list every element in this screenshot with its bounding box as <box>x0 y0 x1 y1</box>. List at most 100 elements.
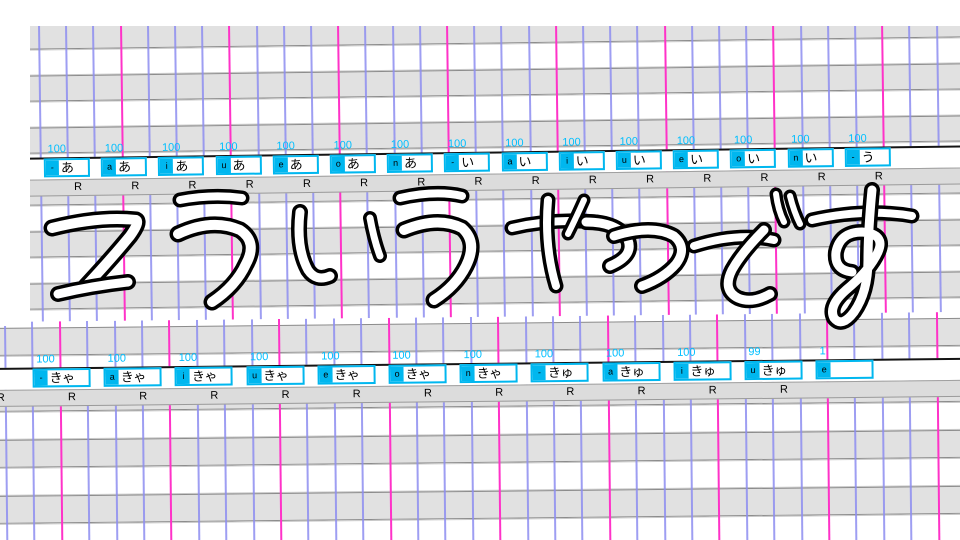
note-lyric-text[interactable]: きゃ <box>475 366 516 381</box>
note-value-label[interactable]: 100 <box>562 136 581 148</box>
phoneme-marker[interactable]: R <box>564 385 576 400</box>
note-value-label[interactable]: 100 <box>463 349 481 361</box>
note-lyric-box[interactable]: u きゃ <box>246 365 305 386</box>
phoneme-marker[interactable]: R <box>587 173 599 188</box>
note-lyric-text[interactable]: きゅ <box>617 364 658 379</box>
phoneme-marker[interactable]: R <box>493 386 505 401</box>
phoneme-marker[interactable]: R <box>280 388 292 403</box>
upper-piano-roll-panel[interactable]: R R R R R R R R R R R R R R R 100- あ 100 a あ 100 i あ 100 u あ 100 e あ… <box>0 11 960 334</box>
phoneme-marker[interactable]: R <box>635 384 647 399</box>
note-lyric-text[interactable]: い <box>516 154 545 169</box>
note-prefix-handle[interactable]: e <box>817 362 831 378</box>
note-value-label[interactable]: 100 <box>36 353 54 365</box>
note-lyric-text[interactable]: きゃ <box>261 368 302 383</box>
note-prefix-handle[interactable]: n <box>388 155 403 171</box>
note-lyric-box[interactable]: oあ <box>329 154 376 174</box>
phoneme-marker[interactable]: R <box>472 175 484 190</box>
note-lyric-text[interactable]: あ <box>173 159 202 174</box>
note-value-label[interactable]: 100 <box>250 351 268 363</box>
note-lyric-text[interactable]: きゃ <box>190 369 231 384</box>
note-prefix-handle[interactable]: e <box>674 152 689 168</box>
phoneme-marker[interactable]: R <box>701 172 713 187</box>
note-prefix-handle[interactable]: a <box>604 364 618 380</box>
note-prefix-handle[interactable]: - <box>446 155 460 171</box>
note-prefix-handle[interactable]: i <box>560 153 574 169</box>
note-value-label[interactable]: 100 <box>391 139 410 151</box>
note-value-label[interactable]: 100 <box>535 348 553 360</box>
note-value-label[interactable]: 100 <box>48 143 67 155</box>
phoneme-marker[interactable]: R <box>208 389 220 404</box>
note-lyric-box[interactable]: e きゃ <box>317 364 376 385</box>
note-lyric-text[interactable]: あ <box>230 158 259 173</box>
phoneme-marker[interactable]: R <box>778 383 790 398</box>
note-lyric-text[interactable]: あ <box>288 157 317 172</box>
note-lyric-text[interactable]: い <box>688 152 717 167</box>
note-value-label[interactable]: 100 <box>334 139 353 151</box>
note-value-label[interactable]: 100 <box>321 350 339 362</box>
note-lyric-box[interactable]: uあ <box>215 155 262 176</box>
note-lyric-text[interactable]: きゃ <box>332 367 373 382</box>
note-lyric-box[interactable]: n きゃ <box>459 363 518 384</box>
note-prefix-handle[interactable]: - <box>34 370 48 386</box>
note-prefix-handle[interactable]: n <box>461 365 475 382</box>
note-prefix-handle[interactable]: n <box>789 150 803 166</box>
note-prefix-handle[interactable]: a <box>503 154 517 170</box>
note-value-label[interactable]: 100 <box>505 137 524 149</box>
note-lyric-box[interactable]: -う <box>844 147 891 167</box>
note-prefix-handle[interactable]: a <box>105 369 119 385</box>
note-prefix-handle[interactable]: - <box>846 149 860 165</box>
note-value-label[interactable]: 100 <box>677 347 695 359</box>
note-lyric-box[interactable]: a きゃ <box>103 367 162 387</box>
note-lyric-box[interactable]: i きゃ <box>174 366 234 387</box>
note-lyric-text[interactable]: あ <box>345 156 374 171</box>
note-value-label[interactable]: 100 <box>392 350 410 362</box>
note-lyric-box[interactable]: e <box>815 359 874 380</box>
note-prefix-handle[interactable]: u <box>617 152 631 168</box>
note-lyric-box[interactable]: -い <box>444 152 491 173</box>
note-lyric-box[interactable]: iい <box>558 151 605 171</box>
note-prefix-handle[interactable]: i <box>675 363 689 379</box>
note-value-label[interactable]: 100 <box>162 142 181 154</box>
note-lyric-text[interactable]: きゃ <box>119 369 160 384</box>
phoneme-marker[interactable]: R <box>873 169 885 184</box>
note-lyric-text[interactable]: きゅ <box>688 363 729 378</box>
note-lyric-text[interactable]: あ <box>59 160 88 175</box>
phoneme-marker[interactable]: R <box>707 383 719 398</box>
lower-piano-roll-panel[interactable]: R R R R R R R R R R R R 100- きゃ 100 a きゃ 100 i きゃ 100 u きゃ 100 e… <box>0 311 960 540</box>
note-value-label[interactable]: 100 <box>848 133 867 145</box>
note-lyric-text[interactable]: きゃ <box>48 370 89 385</box>
phoneme-marker[interactable]: R <box>758 171 770 186</box>
note-value-label[interactable]: 100 <box>276 140 295 152</box>
note-lyric-box[interactable]: nい <box>787 148 834 168</box>
note-lyric-box[interactable]: oい <box>730 148 777 169</box>
note-lyric-text[interactable]: あ <box>116 159 145 174</box>
note-lyric-box[interactable]: i きゅ <box>673 361 732 381</box>
note-prefix-handle[interactable]: a <box>102 159 117 175</box>
note-lyric-box[interactable]: - きゃ <box>32 367 91 388</box>
note-lyric-box[interactable]: a きゅ <box>602 362 661 382</box>
note-lyric-text[interactable]: い <box>631 153 660 168</box>
note-prefix-handle[interactable]: o <box>331 156 345 172</box>
note-lyric-box[interactable]: iあ <box>158 156 205 176</box>
phoneme-marker[interactable]: R <box>422 386 434 401</box>
note-value-label[interactable]: 100 <box>677 135 696 147</box>
note-lyric-box[interactable]: eあ <box>272 154 319 175</box>
note-prefix-handle[interactable]: i <box>160 158 174 174</box>
note-value-label[interactable]: 100 <box>105 142 124 154</box>
phoneme-marker[interactable]: R <box>137 389 149 404</box>
note-prefix-handle[interactable]: u <box>248 368 262 384</box>
note-prefix-handle[interactable]: o <box>732 151 746 167</box>
note-lyric-box[interactable]: aい <box>501 151 548 172</box>
note-prefix-handle[interactable]: - <box>532 365 547 381</box>
note-value-label[interactable]: 100 <box>219 141 238 153</box>
note-lyric-text[interactable]: きゅ <box>546 365 587 380</box>
note-lyric-text[interactable]: きゃ <box>404 366 445 381</box>
note-value-label[interactable]: 100 <box>620 136 639 148</box>
note-prefix-handle[interactable]: - <box>45 160 59 176</box>
note-value-label[interactable]: 100 <box>606 347 624 359</box>
note-value-label[interactable]: 100 <box>734 134 753 146</box>
note-value-label[interactable]: 100 <box>179 352 197 364</box>
note-lyric-text[interactable]: きゅ <box>759 363 800 378</box>
note-lyric-text[interactable]: う <box>860 150 889 165</box>
phoneme-marker[interactable]: R <box>301 177 313 192</box>
